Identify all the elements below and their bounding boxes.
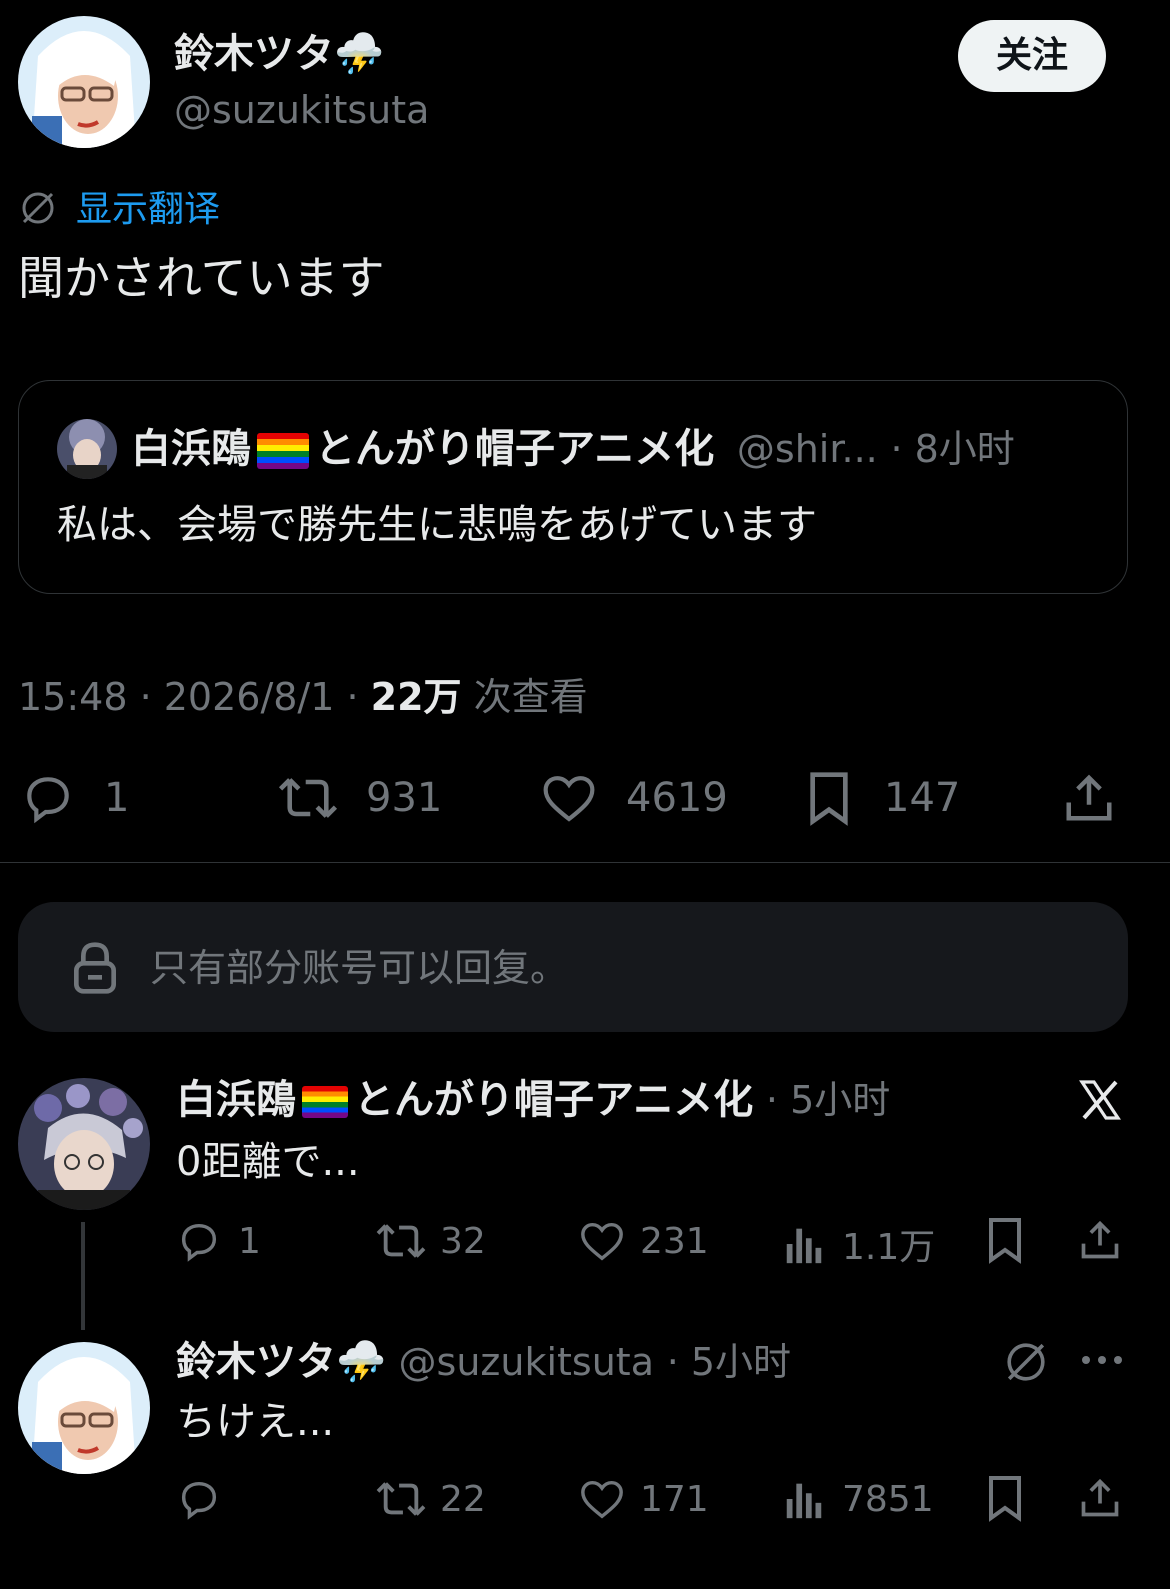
reply-bookmark-button[interactable] xyxy=(984,1216,1026,1264)
views-count: 22万 xyxy=(370,675,462,719)
follow-button[interactable]: 关注 xyxy=(958,20,1106,92)
more-icon[interactable] xyxy=(1080,1350,1124,1374)
share-button[interactable] xyxy=(1062,770,1116,826)
reply2-like-button[interactable]: 171 xyxy=(578,1476,709,1522)
reply2-avatar[interactable] xyxy=(18,1342,150,1474)
rainbow-flag-icon xyxy=(257,433,309,469)
like-count: 4619 xyxy=(626,775,728,821)
retweet-icon xyxy=(376,1224,426,1258)
share-icon xyxy=(1081,1220,1119,1259)
like-icon xyxy=(543,776,595,822)
share-icon xyxy=(1081,1478,1119,1517)
reply-text: 0距離で... xyxy=(176,1139,360,1185)
tweet-meta: 15:48 · 2026/8/1 · 22万 次查看 xyxy=(18,670,588,724)
quoted-text: 私は、会場で勝先生に悲鳴をあげています xyxy=(57,502,817,548)
reply-views-count: 1.1万 xyxy=(842,1227,936,1268)
reply-author-name[interactable]: 白浜鴎 xyxy=(176,1077,296,1123)
reply-retweet-button[interactable]: 32 xyxy=(374,1218,486,1264)
reply-icon xyxy=(27,777,69,824)
author-avatar[interactable] xyxy=(18,16,150,148)
lock-icon xyxy=(70,940,120,1000)
reply-icon xyxy=(181,1481,217,1520)
share-icon xyxy=(1066,774,1112,821)
views-icon xyxy=(786,1483,822,1519)
bookmark-icon xyxy=(810,772,848,826)
reply-reply-button[interactable]: 1 xyxy=(176,1218,261,1264)
like-icon xyxy=(581,1480,623,1519)
reply-author-name-2[interactable]: とんがり帽子アニメ化 xyxy=(354,1077,753,1123)
reply2-retweet-button[interactable]: 22 xyxy=(374,1476,486,1522)
reply2-reply-button[interactable] xyxy=(176,1476,238,1522)
bookmark-button[interactable]: 147 xyxy=(804,770,960,826)
x-logo-icon xyxy=(1076,1076,1124,1128)
reply2-views-count: 7851 xyxy=(842,1478,934,1520)
show-translation[interactable]: 显示翻译 xyxy=(18,186,220,234)
reply-restriction-text: 只有部分账号可以回复。 xyxy=(150,946,569,990)
like-button[interactable]: 4619 xyxy=(540,770,728,826)
section-divider xyxy=(0,862,1170,863)
rainbow-flag-icon xyxy=(302,1086,348,1118)
reply-avatar[interactable] xyxy=(18,1078,150,1210)
reply-button[interactable]: 1 xyxy=(20,770,129,826)
retweet-count: 931 xyxy=(366,775,443,821)
quoted-handle: @shir... xyxy=(736,427,878,471)
reply2-author-name[interactable]: 鈴木ツタ xyxy=(176,1339,336,1385)
reply2-time: · 5小时 xyxy=(666,1340,792,1384)
tweet-text: 聞かされています xyxy=(18,251,385,305)
weather-emoji: ⛈️ xyxy=(336,1339,386,1385)
reply-time: · 5小时 xyxy=(765,1078,891,1122)
reply-like-button[interactable]: 231 xyxy=(578,1218,709,1264)
views-label: 次查看 xyxy=(473,675,588,719)
reply-views-button[interactable]: 1.1万 xyxy=(784,1218,935,1270)
reply2-handle[interactable]: @suzukitsuta xyxy=(399,1340,654,1384)
views-icon xyxy=(786,1228,822,1264)
retweet-icon xyxy=(278,778,338,818)
bookmark-icon xyxy=(989,1476,1021,1522)
bookmark-icon xyxy=(989,1218,1021,1264)
reply-icon xyxy=(181,1223,217,1262)
reply-share-button[interactable] xyxy=(1078,1216,1122,1264)
translate-label: 显示翻译 xyxy=(76,189,221,230)
bookmark-count: 147 xyxy=(884,775,961,821)
weather-emoji: ⛈️ xyxy=(334,31,384,77)
reply-restriction-banner: 只有部分账号可以回复。 xyxy=(18,902,1128,1032)
author-name[interactable]: 鈴木ツタ xyxy=(174,31,334,77)
reply-count: 1 xyxy=(104,775,130,821)
reply2-share-button[interactable] xyxy=(1078,1474,1122,1522)
reply-retweet-count: 32 xyxy=(440,1220,486,1262)
translate-off-icon xyxy=(18,188,58,232)
thread-line xyxy=(81,1222,85,1330)
timestamp: 15:48 · 2026/8/1 · xyxy=(18,675,359,719)
reply2-like-count: 171 xyxy=(640,1478,709,1520)
reply2-retweet-count: 22 xyxy=(440,1478,486,1520)
reply2-views-button[interactable]: 7851 xyxy=(784,1476,934,1522)
reply-like-count: 231 xyxy=(640,1220,709,1262)
reply-reply-count: 1 xyxy=(238,1220,261,1262)
translate-off-icon[interactable] xyxy=(1002,1338,1050,1390)
like-icon xyxy=(581,1222,623,1261)
author-handle[interactable]: @suzukitsuta xyxy=(174,84,429,136)
retweet-button[interactable]: 931 xyxy=(276,770,442,826)
reply2-text: ちけえ... xyxy=(176,1399,335,1445)
retweet-icon xyxy=(376,1482,426,1516)
quoted-author-name: 白浜鴎 xyxy=(131,426,251,472)
reply2-bookmark-button[interactable] xyxy=(984,1474,1026,1522)
quoted-author-name-2: とんがり帽子アニメ化 xyxy=(315,426,715,472)
quoted-author-avatar xyxy=(57,419,117,479)
quoted-time: · 8小时 xyxy=(890,427,1015,471)
quoted-tweet[interactable]: 白浜鴎 とんがり帽子アニメ化 @shir... · 8小时 私は、会場で勝先生に悲… xyxy=(18,380,1128,594)
